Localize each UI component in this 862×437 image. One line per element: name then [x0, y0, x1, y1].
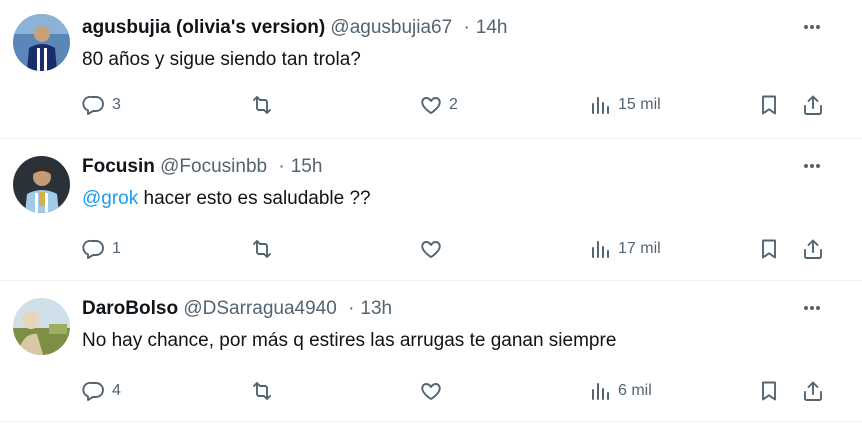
reply-button[interactable]: 3 — [82, 89, 121, 121]
reply-button[interactable]: 1 — [82, 233, 121, 265]
retweet-button[interactable] — [250, 375, 280, 407]
views-button[interactable]: 15 mil — [588, 89, 661, 121]
reply-count: 3 — [112, 96, 121, 113]
tweet-body: 80 años y sigue siendo tan trola? — [82, 49, 361, 70]
heart-icon — [421, 97, 441, 114]
retweet-icon — [253, 382, 271, 400]
display-name[interactable]: agusbujia (olivia's version) — [82, 17, 325, 38]
timestamp[interactable]: 14h — [476, 17, 508, 38]
separator-dot: · — [278, 156, 285, 177]
heart-icon — [421, 383, 441, 400]
more-icon[interactable] — [801, 298, 823, 318]
user-handle[interactable]: @agusbujia67 — [330, 17, 452, 38]
tweet-body: No hay chance, por más q estires las arr… — [82, 330, 617, 351]
user-handle[interactable]: @DSarragua4940 — [183, 298, 336, 319]
reply-tweet[interactable]: agusbujia (olivia's version) @agusbujia6… — [0, 0, 862, 139]
display-name[interactable]: DaroBolso — [82, 298, 178, 319]
separator-dot: · — [348, 298, 355, 319]
more-icon[interactable] — [801, 156, 823, 176]
user-handle[interactable]: @Focusinbb — [160, 156, 267, 177]
avatar[interactable] — [13, 156, 70, 213]
reply-count: 1 — [112, 240, 121, 257]
views-icon — [592, 241, 609, 258]
bookmark-icon — [762, 95, 776, 115]
tweet-header: DaroBolso @DSarragua4940 · 13h — [82, 297, 392, 321]
bookmark-button[interactable] — [757, 375, 781, 407]
views-button[interactable]: 17 mil — [588, 233, 661, 265]
views-button[interactable]: 6 mil — [588, 375, 652, 407]
bookmark-button[interactable] — [757, 89, 781, 121]
avatar[interactable] — [13, 14, 70, 71]
action-bar: 3 2 15 mil — [0, 89, 862, 121]
separator-dot: · — [463, 17, 470, 38]
views-icon — [592, 97, 609, 114]
reply-icon — [82, 381, 104, 401]
avatar[interactable] — [13, 298, 70, 355]
bookmark-button[interactable] — [757, 233, 781, 265]
retweet-button[interactable] — [250, 89, 280, 121]
share-button[interactable] — [801, 375, 825, 407]
heart-icon — [421, 241, 441, 258]
tweet-text: @grok hacer esto es saludable ?? — [82, 186, 371, 212]
action-bar: 1 17 mil — [0, 233, 862, 265]
timestamp[interactable]: 13h — [360, 298, 392, 319]
reply-tweet[interactable]: DaroBolso @DSarragua4940 · 13h No hay cha… — [0, 281, 862, 422]
views-count: 15 mil — [618, 96, 661, 113]
action-bar: 4 6 mil — [0, 375, 862, 407]
like-button[interactable]: 2 — [419, 89, 458, 121]
tweet-text: 80 años y sigue siendo tan trola? — [82, 47, 361, 73]
retweet-icon — [253, 96, 271, 114]
share-button[interactable] — [801, 89, 825, 121]
views-count: 17 mil — [618, 240, 661, 257]
share-icon — [804, 381, 822, 401]
reply-icon — [82, 239, 104, 259]
share-icon — [804, 239, 822, 259]
mention-link[interactable]: @grok — [82, 188, 138, 209]
like-button[interactable] — [419, 233, 449, 265]
views-count: 6 mil — [618, 382, 652, 399]
more-icon[interactable] — [801, 17, 823, 37]
reply-icon — [82, 95, 104, 115]
timestamp[interactable]: 15h — [291, 156, 323, 177]
tweet-header: Focusin @Focusinbb · 15h — [82, 155, 322, 179]
bookmark-icon — [762, 239, 776, 259]
tweet-text: No hay chance, por más q estires las arr… — [82, 328, 616, 354]
like-button[interactable] — [419, 375, 449, 407]
tweet-header: agusbujia (olivia's version) @agusbujia6… — [82, 16, 508, 40]
tweet-body: hacer esto es saludable ?? — [138, 188, 371, 209]
share-button[interactable] — [801, 233, 825, 265]
retweet-icon — [253, 240, 271, 258]
reply-tweet[interactable]: Focusin @Focusinbb · 15h @grok hacer esto… — [0, 139, 862, 281]
retweet-button[interactable] — [250, 233, 280, 265]
display-name[interactable]: Focusin — [82, 156, 155, 177]
reply-count: 4 — [112, 382, 121, 399]
share-icon — [804, 95, 822, 115]
views-icon — [592, 383, 609, 400]
reply-button[interactable]: 4 — [82, 375, 121, 407]
bookmark-icon — [762, 381, 776, 401]
like-count: 2 — [449, 96, 458, 113]
